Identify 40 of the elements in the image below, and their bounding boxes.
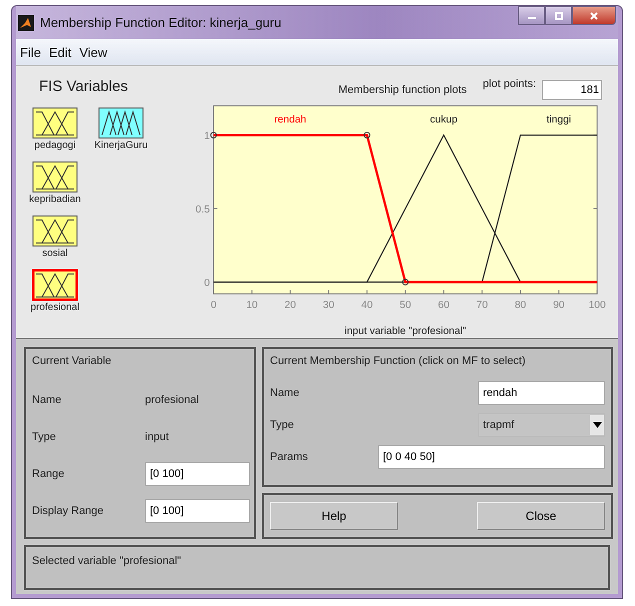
variable-label: kepribadian — [29, 192, 81, 207]
plot-points-label: plot points: — [482, 78, 536, 90]
y-tick-label: 1 — [204, 131, 210, 142]
curve-label: rendah — [274, 114, 306, 126]
field-label: Type — [270, 419, 295, 431]
y-tick-label: 0.5 — [196, 204, 210, 216]
panel-title: Current Membership Function (click on MF to select) — [270, 355, 527, 367]
variable-label: KinerjaGuru — [94, 138, 148, 153]
variable-label: sosial — [42, 246, 68, 261]
x-tick-label: 90 — [553, 300, 565, 312]
plot-title: Membership function plots — [338, 84, 467, 96]
field-label: Type — [32, 430, 57, 442]
curve-label: tinggi — [546, 114, 572, 126]
x-tick-label: 20 — [284, 300, 296, 312]
field-label: Params — [270, 451, 309, 463]
x-tick-label: 100 — [588, 300, 606, 312]
dropdown-value: trapmf — [483, 419, 516, 431]
field-label: Name — [32, 394, 62, 406]
field-label: Display Range — [32, 504, 105, 516]
curve-label: cukup — [430, 114, 458, 126]
x-tick-label: 70 — [476, 300, 488, 312]
x-tick-label: 60 — [438, 300, 450, 312]
x-tick-label: 30 — [322, 300, 335, 312]
x-axis: 0 10 20 30 40 50 60 70 80 90 100 — [210, 290, 606, 312]
x-tick-label: 80 — [514, 300, 526, 312]
variable-label: profesional — [30, 300, 80, 315]
field-label: Range — [32, 468, 66, 480]
window-title: Membership Function Editor: kinerja_guru — [40, 15, 282, 30]
x-axis-label: input variable "profesional" — [344, 326, 466, 338]
x-tick-label: 40 — [361, 300, 373, 312]
value-text: profesional — [145, 394, 199, 406]
x-tick-label: 50 — [400, 300, 412, 312]
panel-title: Current Variable — [32, 355, 112, 367]
status-text: Selected variable "profesional" — [32, 555, 182, 567]
value-text: input — [145, 430, 169, 442]
variable-label: pedagogi — [34, 138, 76, 153]
field-label: Name — [270, 387, 300, 399]
section-title: FIS Variables — [38, 78, 129, 95]
y-tick-label: 0 — [204, 278, 210, 290]
x-tick-label: 10 — [246, 300, 258, 312]
